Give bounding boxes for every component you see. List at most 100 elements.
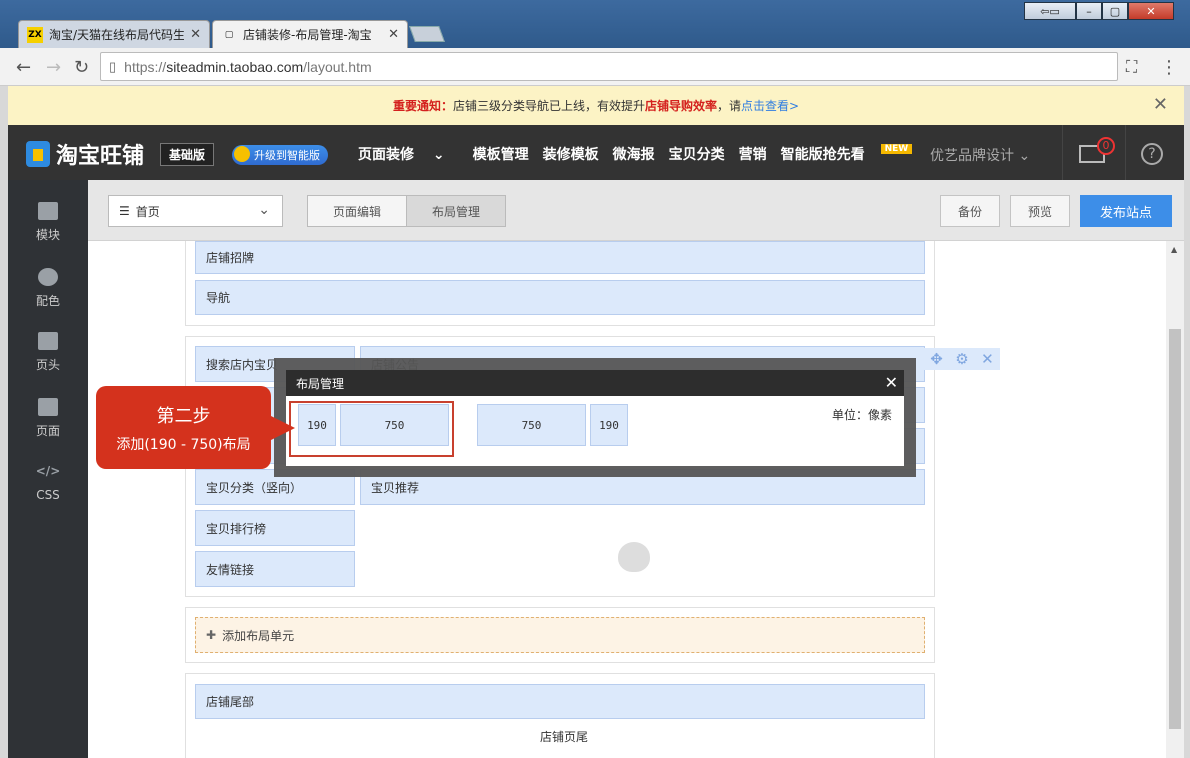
address-bar[interactable]: ▯ https:// siteadmin.taobao.com /layout.… (100, 52, 1118, 81)
menu-item-smart-preview[interactable]: 智能版抢先看 NEW (781, 144, 927, 164)
menu-item-page-decoration[interactable]: 页面装修 ⌄ (358, 144, 459, 164)
restore-window-button[interactable]: ⇦▭ (1024, 2, 1076, 20)
scroll-up-icon[interactable]: ▲ (1171, 245, 1177, 254)
editor-toolbar: ☰ 首页 ⌄ 页面编辑 布局管理 备份 预览 发布站点 (88, 180, 1184, 241)
help-icon[interactable]: ? (1141, 143, 1163, 165)
top-navigation: 淘宝旺铺 基础版 升级到智能版 页面装修 ⌄ 模板管理 装修模板 微海报 宝贝分… (8, 125, 1184, 180)
tab-favicon-icon: ZX (27, 26, 43, 43)
layout-option-750-left[interactable]: 750 (477, 404, 586, 446)
chevron-down-icon: ⌄ (432, 147, 445, 163)
module-shop-sign[interactable]: 店铺招牌 (195, 241, 925, 274)
notice-link[interactable]: 点击查看> (741, 97, 799, 114)
logo-text: 淘宝旺铺 (56, 144, 145, 169)
browser-toolbar: ← → ↻ ▯ https:// siteadmin.taobao.com /l… (0, 48, 1190, 86)
forward-icon[interactable]: → (46, 57, 61, 78)
logo[interactable]: 淘宝旺铺 (26, 138, 144, 170)
messages-button[interactable]: 0 (1062, 125, 1126, 180)
dialog-title: 布局管理 (286, 370, 904, 396)
browser-tab-bar: ZX 淘宝/天猫在线布局代码生 ✕ ▢ 店铺装修-布局管理-淘宝 ✕ ⇦▭ – … (0, 0, 1190, 48)
gear-icon[interactable]: ⚙ (955, 350, 968, 368)
menu-item-micro-poster[interactable]: 微海报 (613, 144, 655, 164)
callout-title: 第二步 (156, 406, 211, 427)
move-icon[interactable]: ✥ (930, 350, 943, 368)
new-tab-button[interactable] (409, 26, 445, 42)
scrollbar[interactable]: ▲ (1166, 241, 1184, 758)
sidebar-item-page[interactable]: 页面 (8, 398, 88, 439)
house-logo-icon (26, 141, 50, 167)
browser-tab[interactable]: ZX 淘宝/天猫在线布局代码生 ✕ (18, 20, 210, 48)
list-icon: ☰ (119, 204, 130, 218)
upgrade-button[interactable]: 升级到智能版 (232, 145, 328, 165)
tab-page-icon: ▢ (224, 29, 234, 40)
layout-manage-dialog: 布局管理 ✕ 190 750 750 190 单位：像素 (286, 370, 904, 466)
menu-item-decoration-template[interactable]: 装修模板 (543, 144, 599, 164)
layout-option-190-left[interactable]: 190 (298, 404, 336, 446)
page-icon: ▯ (109, 58, 117, 74)
code-icon: </> (35, 464, 61, 478)
sidebar-item-colors[interactable]: 配色 (8, 268, 88, 309)
notice-bar: 重要通知： 店铺三级分类导航已上线，有效提升 店铺导购效率 ，请 点击查看> ✕ (8, 86, 1184, 125)
close-tab-icon[interactable]: ✕ (190, 27, 201, 42)
menu-item-item-category[interactable]: 宝贝分类 (669, 144, 725, 164)
sidebar-item-css[interactable]: </> CSS (8, 464, 88, 502)
maximize-button[interactable]: ▢ (1102, 2, 1128, 20)
page-select-value: 首页 (135, 204, 160, 219)
mascot-icon (618, 542, 650, 572)
new-badge: NEW (880, 144, 913, 154)
layout-option-750-right[interactable]: 750 (340, 404, 449, 446)
preview-button[interactable]: 预览 (1010, 195, 1070, 227)
browser-tab-active[interactable]: ▢ 店铺装修-布局管理-淘宝 ✕ (212, 20, 408, 48)
unit-label: 单位：像素 (831, 408, 892, 422)
chevron-down-icon: ⌄ (258, 202, 270, 218)
page-icon (38, 398, 58, 416)
close-notice-icon[interactable]: ✕ (1153, 94, 1168, 115)
tab-page-edit[interactable]: 页面编辑 (307, 195, 407, 227)
cast-icon[interactable]: ⛶ (1126, 57, 1137, 77)
back-icon[interactable]: ← (16, 57, 31, 78)
sidebar-item-modules[interactable]: 模块 (8, 202, 88, 243)
tab-layout-manage[interactable]: 布局管理 (406, 195, 506, 227)
layout-option-190-right[interactable]: 190 (590, 404, 628, 446)
module-footer[interactable]: 店铺尾部 (195, 684, 925, 719)
page-select[interactable]: ☰ 首页 ⌄ (108, 195, 283, 227)
url-host: siteadmin.taobao.com (166, 58, 304, 75)
notice-highlight: 店铺导购效率 (644, 99, 717, 113)
notice-text: 店铺三级分类导航已上线，有效提升 (452, 99, 645, 113)
page-header-icon (38, 332, 58, 350)
layout-canvas: 店铺招牌 导航 搜索店内宝贝 宝贝分类（竖向） 宝贝排行榜 友情链接 店铺公告 … (88, 241, 1166, 758)
url-path: /layout.htm (303, 58, 372, 75)
footer-label: 店铺页尾 (540, 730, 589, 744)
edition-badge: 基础版 (160, 143, 215, 166)
tab-title: 店铺装修-布局管理-淘宝 (243, 28, 372, 42)
reload-icon[interactable]: ↻ (74, 57, 89, 78)
sidebar-item-header[interactable]: 页头 (8, 332, 88, 373)
notice-label: 重要通知： (392, 99, 453, 113)
module-friend-links[interactable]: 友情链接 (195, 551, 355, 587)
backup-button[interactable]: 备份 (940, 195, 1000, 227)
module-navigation[interactable]: 导航 (195, 280, 925, 315)
layout-unit-toolbox: ✥ ⚙ ✕ (924, 348, 1000, 370)
tab-title: 淘宝/天猫在线布局代码生 (49, 28, 184, 42)
add-layout-unit-button[interactable]: ✚ 添加布局单元 (195, 617, 925, 653)
menu-item-marketing[interactable]: 营销 (739, 144, 767, 164)
menu-dots-icon[interactable]: ⋮ (1160, 57, 1178, 78)
shop-name-dropdown[interactable]: 优艺品牌设计 ⌄ (930, 145, 1030, 165)
url-scheme: https:// (124, 58, 167, 75)
menu-item-template-manage[interactable]: 模板管理 (473, 144, 529, 164)
notice-text-2: ，请 (716, 99, 741, 113)
minimize-button[interactable]: – (1076, 2, 1102, 20)
close-icon[interactable]: ✕ (885, 373, 898, 392)
palette-icon (38, 268, 58, 286)
close-window-button[interactable]: ✕ (1128, 2, 1174, 20)
grid-icon (38, 202, 58, 220)
module-ranking[interactable]: 宝贝排行榜 (195, 510, 355, 546)
close-tab-icon[interactable]: ✕ (388, 27, 399, 42)
publish-button[interactable]: 发布站点 (1080, 195, 1172, 227)
scroll-thumb[interactable] (1169, 329, 1181, 729)
main-menu: 页面装修 ⌄ 模板管理 装修模板 微海报 宝贝分类 营销 智能版抢先看 NEW (358, 144, 940, 164)
window-controls: ⇦▭ – ▢ ✕ (1024, 2, 1174, 20)
step-callout: 第二步 添加(190 - 750)布局 (96, 386, 295, 469)
left-sidebar: 模块 配色 页头 页面 </> CSS (8, 180, 88, 758)
close-icon[interactable]: ✕ (981, 350, 994, 368)
message-count-badge: 0 (1097, 137, 1115, 155)
